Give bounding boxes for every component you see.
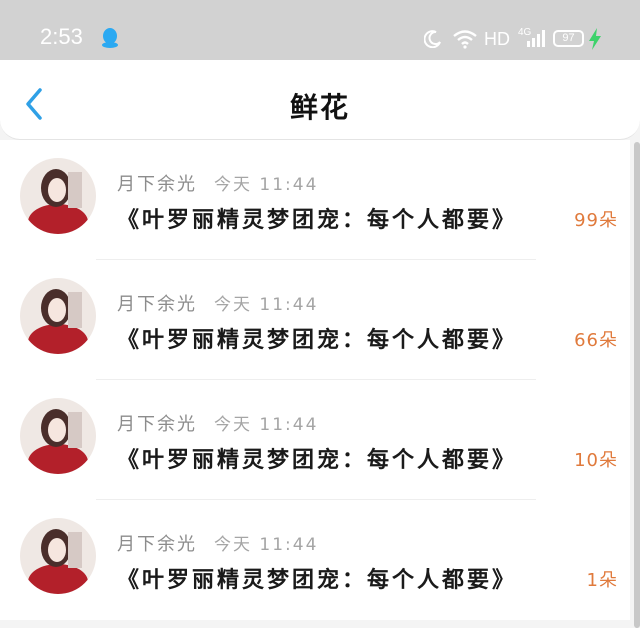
list-item[interactable]: 月下余光 今天 11:44 《叶罗丽精灵梦团宠：每个人都要》 1朵 <box>0 500 630 620</box>
avatar <box>20 278 96 354</box>
sender-name: 月下余光 <box>117 414 197 435</box>
timestamp: 今天 11:44 <box>214 415 319 435</box>
status-bar: 2:53 HD 4G 97 <box>0 0 640 60</box>
avatar <box>20 518 96 594</box>
list-item[interactable]: 月下余光 今天 11:44 《叶罗丽精灵梦团宠：每个人都要》 99朵 <box>0 140 630 260</box>
flower-count: 66朵 <box>574 330 618 351</box>
network-label: HD <box>484 29 510 49</box>
sender-name: 月下余光 <box>117 534 197 555</box>
avatar <box>20 158 96 234</box>
avatar <box>20 398 96 474</box>
sender-name: 月下余光 <box>117 294 197 315</box>
book-title[interactable]: 《叶罗丽精灵梦团宠：每个人都要》 <box>117 442 517 474</box>
battery-indicator: 97 <box>553 30 584 47</box>
timestamp: 今天 11:44 <box>214 175 319 195</box>
list-item[interactable]: 月下余光 今天 11:44 《叶罗丽精灵梦团宠：每个人都要》 66朵 <box>0 260 630 380</box>
flower-count: 99朵 <box>574 210 618 231</box>
page-title: 鲜花 <box>289 91 350 124</box>
charge-icon <box>589 28 601 50</box>
timestamp: 今天 11:44 <box>214 295 319 315</box>
timestamp: 今天 11:44 <box>214 535 319 555</box>
flower-list: 月下余光 今天 11:44 《叶罗丽精灵梦团宠：每个人都要》 99朵 月下余光 … <box>0 140 640 628</box>
flower-count: 1朵 <box>586 570 618 591</box>
book-title[interactable]: 《叶罗丽精灵梦团宠：每个人都要》 <box>117 202 517 234</box>
qq-icon <box>102 28 118 48</box>
status-time: 2:53 <box>40 24 83 49</box>
book-title[interactable]: 《叶罗丽精灵梦团宠：每个人都要》 <box>117 562 517 594</box>
book-title[interactable]: 《叶罗丽精灵梦团宠：每个人都要》 <box>117 322 517 354</box>
wifi-icon <box>453 30 477 49</box>
scrollbar[interactable] <box>634 142 640 628</box>
signal-icon <box>527 30 545 47</box>
app-header: 鲜花 <box>0 60 640 140</box>
sender-name: 月下余光 <box>117 174 197 195</box>
flower-count: 10朵 <box>574 450 618 471</box>
list-item[interactable]: 月下余光 今天 11:44 《叶罗丽精灵梦团宠：每个人都要》 10朵 <box>0 380 630 500</box>
moon-icon <box>424 30 441 48</box>
